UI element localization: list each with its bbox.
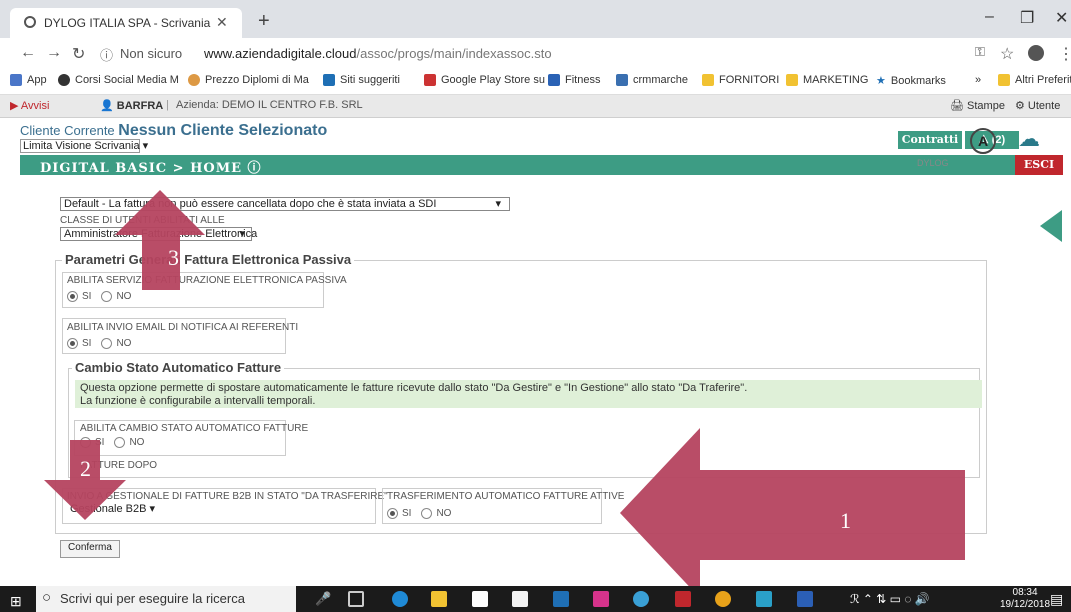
annotation-overlay — [44, 190, 965, 598]
taskbar-search-placeholder: Scrivi qui per eseguire la ricerca — [60, 591, 245, 606]
windows-start-icon[interactable]: ⊞ — [10, 593, 22, 610]
file-explorer-icon[interactable] — [431, 591, 447, 607]
taskbar-clock[interactable]: 08:34 19/12/2018 — [1000, 587, 1050, 611]
annotation-number-3: 3 — [168, 245, 179, 270]
annotation-number-1: 1 — [840, 508, 851, 533]
wifi-app-icon[interactable] — [756, 591, 772, 607]
cortana-icon: ○ — [42, 589, 52, 606]
notification-icon[interactable]: ▤ — [1050, 591, 1063, 608]
word-icon[interactable] — [797, 591, 813, 607]
chrome-icon[interactable] — [715, 591, 731, 607]
annotation-arrow-3 — [115, 190, 205, 290]
annotation-arrow-1 — [620, 428, 965, 598]
microphone-icon[interactable]: 🎤 — [315, 591, 331, 607]
outlook-icon[interactable] — [553, 591, 569, 607]
mail-icon[interactable] — [472, 591, 488, 607]
store-icon[interactable] — [512, 591, 528, 607]
annotation-number-2: 2 — [80, 456, 91, 481]
app-icon[interactable] — [675, 591, 691, 607]
app-icon[interactable] — [633, 591, 649, 607]
edge-icon[interactable] — [392, 591, 408, 607]
task-view-icon[interactable] — [348, 591, 364, 607]
app-icon[interactable] — [593, 591, 609, 607]
system-tray-icons[interactable]: ℛ ⌃ ⇅ ▭ ◌ 🔊 — [850, 592, 930, 606]
